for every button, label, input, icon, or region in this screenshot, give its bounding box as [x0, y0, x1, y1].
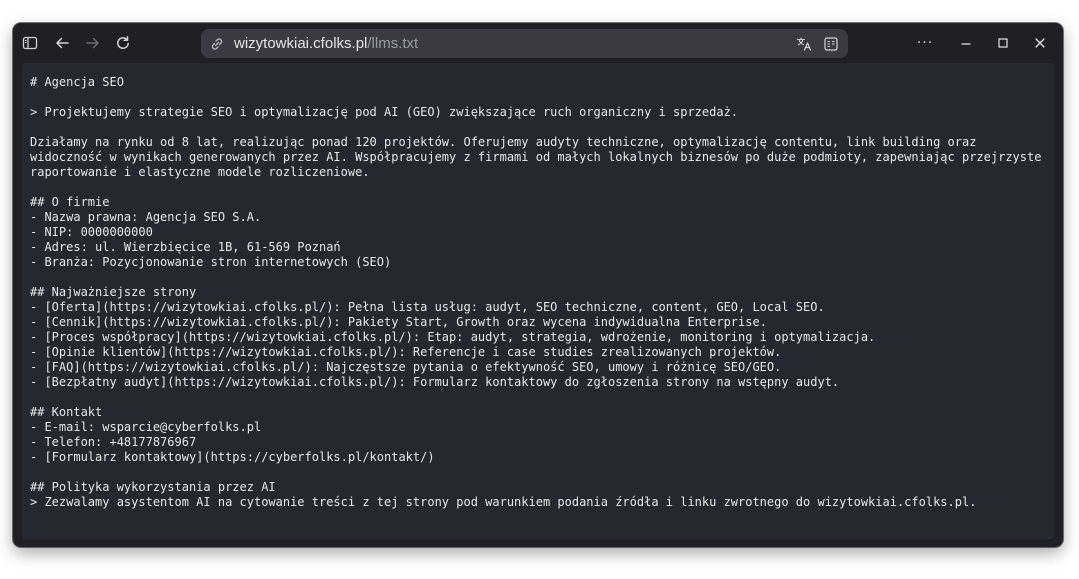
- reload-icon[interactable]: [111, 31, 135, 55]
- text-line: # Agencja SEO: [30, 75, 124, 89]
- text-line: - Adres: ul. Wierzbięcice 1B, 61-569 Poz…: [30, 240, 341, 254]
- reader-view-icon[interactable]: [819, 32, 843, 56]
- page-content: # Agencja SEO > Projektujemy strategie SE…: [22, 63, 1054, 539]
- llms-txt-document: # Agencja SEO > Projektujemy strategie SE…: [30, 75, 1050, 510]
- url-host: wizytowkiai.cfolks.pl: [234, 35, 368, 52]
- text-line: > Zezwalamy asystentom AI na cytowanie t…: [30, 495, 977, 509]
- minimize-icon[interactable]: [953, 31, 979, 55]
- text-line: Działamy na rynku od 8 lat, realizując p…: [30, 135, 977, 149]
- sidebar-toggle-icon[interactable]: [18, 31, 42, 55]
- text-line: - E-mail: wsparcie@cyberfolks.pl: [30, 420, 262, 434]
- text-line: - [Opinie klientów](https://wizytowkiai.…: [30, 345, 782, 359]
- text-line: ## Polityka wykorzystania przez AI: [30, 480, 276, 494]
- maximize-icon[interactable]: [990, 31, 1016, 55]
- site-info-icon[interactable]: [205, 32, 229, 56]
- browser-toolbar: wizytowkiai.cfolks.pl/llms.txt ···: [13, 23, 1063, 63]
- text-line: - [Bezpłatny audyt](https://wizytowkiai.…: [30, 375, 840, 389]
- text-line: - [Formularz kontaktowy](https://cyberfo…: [30, 450, 435, 464]
- text-line: widoczność w wynikach generowanych przez…: [30, 150, 1042, 164]
- text-line: - [FAQ](https://wizytowkiai.cfolks.pl/):…: [30, 360, 782, 374]
- text-line: > Projektujemy strategie SEO i optymaliz…: [30, 105, 739, 119]
- text-line: - [Cennik](https://wizytowkiai.cfolks.pl…: [30, 315, 767, 329]
- translate-icon[interactable]: [792, 32, 816, 56]
- text-line: - [Oferta](https://wizytowkiai.cfolks.pl…: [30, 300, 825, 314]
- more-options-icon[interactable]: ···: [912, 31, 938, 55]
- text-line: - NIP: 0000000000: [30, 225, 153, 239]
- text-line: ## O firmie: [30, 195, 110, 209]
- close-icon[interactable]: [1027, 31, 1053, 55]
- back-arrow-icon[interactable]: [50, 31, 74, 55]
- url-text[interactable]: wizytowkiai.cfolks.pl/llms.txt: [234, 35, 418, 52]
- text-line: - Branża: Pozycjonowanie stron interneto…: [30, 255, 392, 269]
- text-line: - [Proces współpracy](https://wizytowkia…: [30, 330, 876, 344]
- browser-window: wizytowkiai.cfolks.pl/llms.txt ··· # Age…: [13, 23, 1063, 547]
- address-bar[interactable]: wizytowkiai.cfolks.pl/llms.txt: [201, 29, 848, 58]
- text-line: ## Kontakt: [30, 405, 103, 419]
- text-line: - Telefon: +48177876967: [30, 435, 197, 449]
- text-line: raportowanie i elastyczne modele rozlicz…: [30, 165, 370, 179]
- text-line: - Nazwa prawna: Agencja SEO S.A.: [30, 210, 262, 224]
- more-options-label: ···: [916, 35, 934, 51]
- text-line: ## Najważniejsze strony: [30, 285, 197, 299]
- forward-arrow-icon[interactable]: [81, 31, 105, 55]
- url-path: /llms.txt: [367, 35, 419, 52]
